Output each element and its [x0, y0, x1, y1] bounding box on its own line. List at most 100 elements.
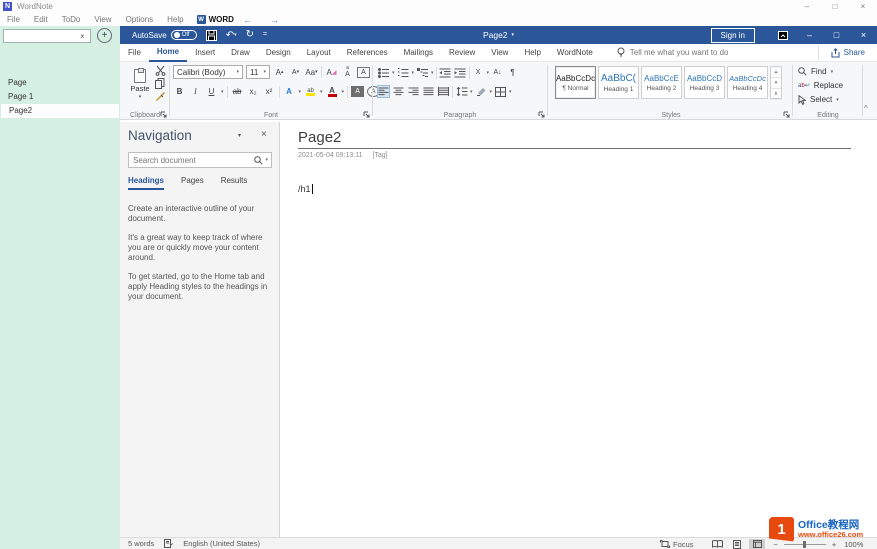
ribbon-tab-view[interactable]: View — [483, 45, 516, 61]
font-color-button[interactable]: A — [326, 85, 339, 98]
nav-tab-pages[interactable]: Pages — [181, 176, 204, 190]
window-maximize-button[interactable]: □ — [821, 0, 849, 13]
ribbon-tab-references[interactable]: References — [339, 45, 396, 61]
proofing-icon[interactable] — [164, 539, 174, 548]
highlight-color-button[interactable]: ab — [304, 85, 317, 98]
font-size-combobox[interactable]: 11 ▾ — [246, 65, 270, 79]
ribbon-tab-help[interactable]: Help — [516, 45, 548, 61]
distribute-button[interactable] — [437, 85, 450, 98]
shrink-font-button[interactable]: A ▾ — [289, 66, 302, 79]
style-heading3[interactable]: AaBbCcD Heading 3 — [684, 66, 725, 99]
tell-me-box[interactable]: Tell me what you want to do — [617, 47, 729, 58]
undo-button[interactable]: ↶▾ — [226, 30, 237, 41]
text-effects-button[interactable]: A — [283, 85, 296, 98]
document-canvas[interactable]: Page2 2021-05-04 09:13:11 [Tag] /h1 — [280, 122, 877, 537]
align-left-button[interactable] — [377, 85, 390, 98]
ribbon-tab-draw[interactable]: Draw — [223, 45, 258, 61]
ribbon-tab-design[interactable]: Design — [258, 45, 299, 61]
ribbon-tab-review[interactable]: Review — [441, 45, 483, 61]
share-button[interactable]: Share — [817, 45, 877, 60]
grow-font-button[interactable]: A ▴ — [273, 66, 286, 79]
navigation-search-box[interactable]: ▾ — [128, 152, 272, 168]
document-page-title[interactable]: Page2 — [298, 129, 341, 146]
justify-button[interactable] — [422, 85, 435, 98]
styles-gallery-scroll[interactable]: ▴ ▾ ⇟ — [770, 66, 782, 100]
page-list-item[interactable]: Page 1 — [0, 90, 120, 104]
ribbon-display-options-button[interactable] — [769, 30, 796, 40]
customize-quick-access-button[interactable]: = — [263, 30, 267, 40]
sign-in-button[interactable]: Sign in — [710, 27, 755, 43]
redo-button[interactable]: ↻ — [246, 30, 254, 40]
navigation-options-icon[interactable]: ▾ — [238, 132, 241, 139]
read-mode-button[interactable] — [709, 539, 725, 549]
nav-tab-results[interactable]: Results — [221, 176, 248, 190]
increase-indent-button[interactable] — [454, 66, 467, 79]
page-list-item[interactable]: Page — [0, 76, 120, 90]
strikethrough-button[interactable]: ab — [231, 85, 244, 98]
ribbon-tab-wordnote[interactable]: WordNote — [549, 45, 601, 61]
superscript-button[interactable]: x² — [263, 85, 276, 98]
find-button[interactable]: Find ▾ — [798, 65, 833, 78]
ribbon-tab-insert[interactable]: Insert — [187, 45, 223, 61]
clear-search-icon[interactable]: × — [80, 32, 85, 41]
menu-item-help[interactable]: Help — [160, 15, 190, 24]
search-options-icon[interactable]: ▾ — [265, 157, 271, 163]
decrease-indent-button[interactable] — [439, 66, 452, 79]
font-dialog-launcher[interactable] — [363, 111, 370, 118]
autosave-toggle[interactable]: AutoSave Off — [132, 30, 197, 40]
page-list-item-selected[interactable]: Page2 — [1, 104, 119, 118]
save-icon[interactable] — [205, 29, 217, 41]
ribbon-tab-layout[interactable]: Layout — [299, 45, 339, 61]
word-count[interactable]: 5 words — [128, 539, 154, 548]
back-arrow-button[interactable]: ← — [234, 15, 261, 25]
character-border-button[interactable]: A — [357, 66, 370, 78]
forward-arrow-button[interactable]: → — [261, 15, 288, 25]
styles-dialog-launcher[interactable] — [783, 111, 790, 118]
search-magnifier-icon[interactable] — [254, 155, 265, 165]
borders-button[interactable] — [494, 85, 507, 98]
multilevel-list-button[interactable] — [416, 66, 429, 79]
print-layout-button[interactable] — [729, 539, 745, 549]
underline-button[interactable]: U — [205, 85, 218, 98]
document-title-dropdown[interactable]: Page2 ▾ — [483, 30, 514, 40]
word-minimize-button[interactable]: – — [796, 30, 823, 40]
clipboard-dialog-launcher[interactable] — [160, 111, 167, 118]
shading-button[interactable] — [475, 85, 488, 98]
align-center-button[interactable] — [392, 85, 405, 98]
copy-button[interactable] — [155, 78, 166, 89]
change-case-button[interactable]: Aa ▾ — [305, 66, 318, 79]
style-heading4[interactable]: AaBbCcDc Heading 4 — [727, 66, 768, 99]
menu-item-todo[interactable]: ToDo — [55, 15, 88, 24]
bold-button[interactable]: B — [173, 85, 186, 98]
navigation-close-icon[interactable]: × — [261, 129, 267, 140]
select-button[interactable]: Select ▾ — [798, 93, 839, 106]
menu-item-edit[interactable]: Edit — [27, 15, 55, 24]
font-family-combobox[interactable]: Calibri (Body) ▾ — [173, 65, 243, 79]
word-close-button[interactable]: × — [850, 30, 877, 40]
sort-button[interactable]: A↓ — [491, 66, 504, 79]
menu-item-view[interactable]: View — [87, 15, 118, 24]
navigation-search-input[interactable] — [129, 155, 255, 165]
collapse-ribbon-button[interactable]: ^ — [864, 104, 868, 113]
character-shading-button[interactable]: A — [351, 86, 365, 97]
bullets-button[interactable] — [377, 66, 390, 79]
ribbon-tab-mailings[interactable]: Mailings — [396, 45, 441, 61]
clear-formatting-button[interactable]: A ◢ — [325, 66, 338, 79]
word-maximize-button[interactable]: □ — [823, 30, 850, 40]
language-status[interactable]: English (United States) — [183, 539, 260, 548]
align-right-button[interactable] — [407, 85, 420, 98]
phonetic-guide-button[interactable]: aA — [341, 66, 354, 79]
focus-button[interactable]: Focus — [673, 540, 693, 549]
italic-button[interactable]: I — [189, 85, 202, 98]
ribbon-tab-file[interactable]: File — [120, 45, 149, 61]
asian-layout-button[interactable]: X — [472, 66, 485, 79]
ribbon-tab-home[interactable]: Home — [148, 44, 188, 62]
paragraph-dialog-launcher[interactable] — [538, 111, 545, 118]
paste-button[interactable]: Paste ▾ — [127, 64, 153, 104]
menu-item-options[interactable]: Options — [119, 15, 161, 24]
word-toggle-button[interactable]: W WORD — [196, 15, 234, 24]
numbering-button[interactable] — [397, 66, 410, 79]
format-painter-button[interactable] — [155, 91, 166, 101]
add-page-button[interactable]: + — [97, 28, 112, 43]
subscript-button[interactable]: x₂ — [247, 85, 260, 98]
